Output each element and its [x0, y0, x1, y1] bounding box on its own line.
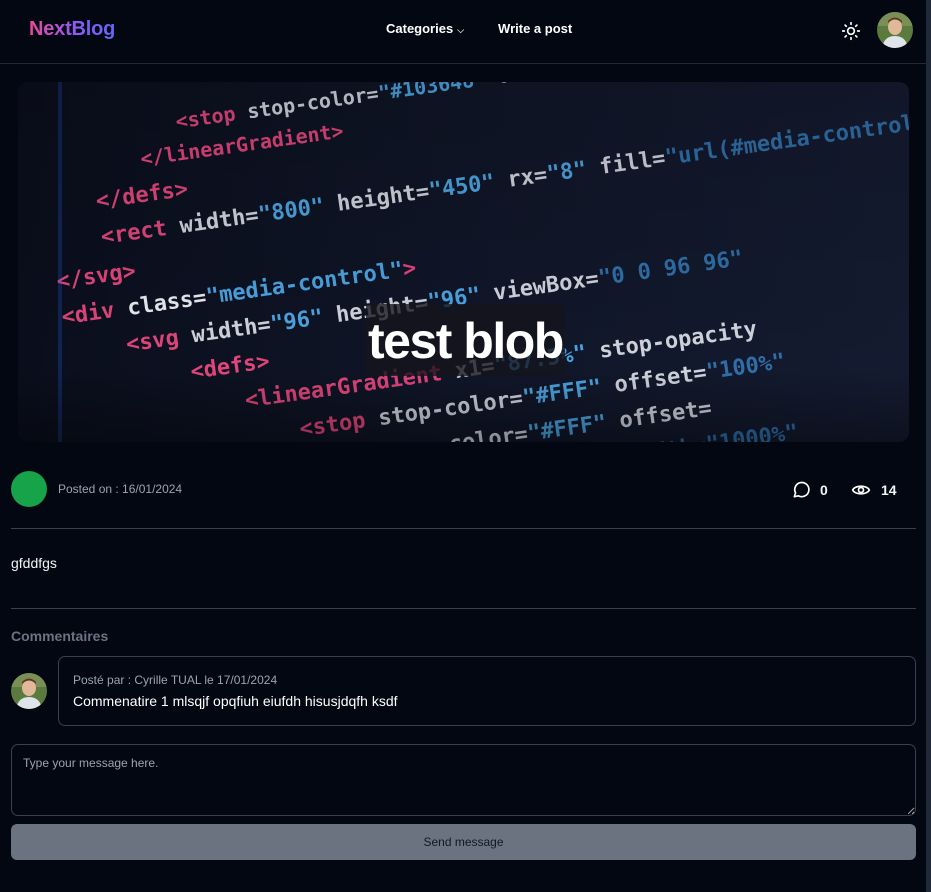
nav-write-post[interactable]: Write a post	[498, 21, 572, 36]
send-message-button[interactable]: Send message	[11, 824, 916, 860]
author-avatar[interactable]	[11, 471, 47, 507]
posted-on-date: Posted on : 16/01/2024	[58, 482, 183, 496]
avatar-photo	[11, 673, 47, 709]
comments-heading: Commentaires	[11, 628, 109, 644]
divider	[11, 608, 916, 609]
navbar: NextBlog Categories ⌵ Write a post	[0, 0, 931, 64]
post-hero-image: <stop stop-color="#103648" offset= </lin…	[18, 82, 909, 442]
views-count: 14	[850, 480, 897, 500]
site-logo[interactable]: NextBlog	[29, 18, 115, 41]
comments-count: 0	[791, 480, 828, 500]
comment-meta: Posté par : Cyrille TUAL le 17/01/2024	[73, 673, 278, 687]
post-body: gfddfgs	[11, 555, 57, 571]
eye-icon	[851, 485, 871, 495]
comment-bubble-icon	[793, 481, 810, 498]
message-input[interactable]	[11, 744, 916, 816]
divider	[11, 528, 916, 529]
page-scrollbar[interactable]	[926, 0, 931, 892]
nav-categories[interactable]: Categories ⌵	[386, 21, 464, 36]
nav-categories-label: Categories	[386, 21, 454, 36]
user-avatar[interactable]	[877, 12, 913, 48]
post-title: test blob	[366, 304, 565, 376]
comments-count-value: 0	[820, 482, 828, 498]
chevron-down-icon: ⌵	[457, 25, 465, 35]
comment-text: Commenatire 1 mlsqjf opqfiuh eiufdh hisu…	[73, 693, 398, 709]
comment-card: Posté par : Cyrille TUAL le 17/01/2024 C…	[58, 656, 916, 726]
theme-toggle-button[interactable]	[840, 20, 862, 42]
avatar-photo	[877, 12, 913, 48]
sun-icon	[841, 21, 861, 41]
main-nav: Categories ⌵ Write a post	[386, 21, 572, 36]
post-meta: Posted on : 16/01/2024 0 14	[11, 471, 916, 507]
views-count-value: 14	[881, 482, 897, 498]
code-background-image: <stop stop-color="#103648" offset= </lin…	[18, 82, 909, 442]
comment-author-avatar[interactable]	[11, 673, 47, 709]
